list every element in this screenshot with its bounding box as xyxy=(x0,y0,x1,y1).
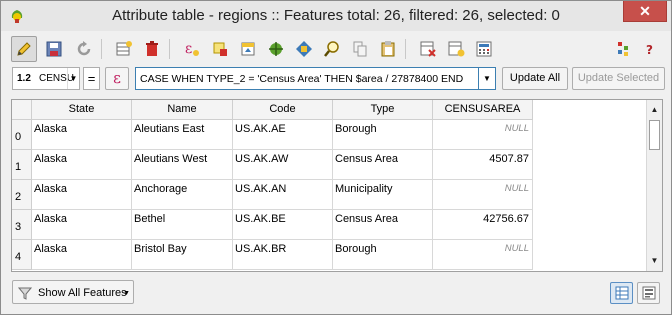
zoom-to-selected-icon[interactable] xyxy=(291,36,317,62)
table-cell[interactable]: Alaska xyxy=(32,150,132,180)
row-header[interactable]: 4 xyxy=(12,240,32,270)
table-cell[interactable]: US.AK.BE xyxy=(233,210,333,240)
scroll-up-icon[interactable]: ▲ xyxy=(647,102,662,118)
column-header-name[interactable]: Name xyxy=(132,100,233,120)
vertical-scrollbar[interactable]: ▲ ▼ xyxy=(646,100,662,271)
table-cell[interactable]: Aleutians West xyxy=(132,150,233,180)
table-cell[interactable]: US.AK.AN xyxy=(233,180,333,210)
toolbar-separator xyxy=(101,39,102,59)
toolbar-separator xyxy=(405,39,406,59)
table-cell[interactable]: Alaska xyxy=(32,210,132,240)
chevron-down-icon: ▼ xyxy=(67,68,79,89)
update-selected-button[interactable]: Update Selected xyxy=(572,67,665,90)
table-cell[interactable]: 42756.67 xyxy=(433,210,533,240)
column-header-type[interactable]: Type xyxy=(333,100,433,120)
select-by-expression-icon[interactable]: ε xyxy=(179,36,205,62)
column-header-censusarea[interactable]: CENSUSAREA xyxy=(433,100,533,120)
table-cell[interactable]: Borough xyxy=(333,120,433,150)
row-header[interactable]: 1 xyxy=(12,150,32,180)
scroll-down-icon[interactable]: ▼ xyxy=(647,253,662,269)
table-cell[interactable]: Borough xyxy=(333,240,433,270)
row-header[interactable]: 0 xyxy=(12,120,32,150)
table-cell[interactable]: NULL xyxy=(433,120,533,150)
title-bar: Attribute table - regions :: Features to… xyxy=(1,1,671,31)
table-view-button[interactable] xyxy=(610,282,633,304)
field-calculator-icon[interactable] xyxy=(471,36,497,62)
conditional-formatting-icon[interactable] xyxy=(611,36,637,62)
deselect-all-icon[interactable] xyxy=(207,36,233,62)
table-cell[interactable]: Bethel xyxy=(132,210,233,240)
attribute-table: State Name Code Type CENSUSAREA 0 Alaska… xyxy=(11,99,663,272)
save-edits-icon[interactable] xyxy=(41,36,67,62)
update-all-button[interactable]: Update All xyxy=(502,67,568,90)
svg-text:ε: ε xyxy=(185,41,192,57)
toolbar-separator xyxy=(169,39,170,59)
table-cell[interactable]: Alaska xyxy=(32,240,132,270)
pan-to-selected-icon[interactable] xyxy=(263,36,289,62)
attribute-table-window: Attribute table - regions :: Features to… xyxy=(0,0,672,315)
table-cell[interactable]: NULL xyxy=(433,240,533,270)
move-selection-to-top-icon[interactable] xyxy=(235,36,261,62)
paste-features-icon[interactable] xyxy=(375,36,401,62)
table-cell[interactable]: Alaska xyxy=(32,120,132,150)
help-icon[interactable]: ? xyxy=(637,36,663,62)
table-cell[interactable]: US.AK.AE xyxy=(233,120,333,150)
show-all-features-label: Show All Features xyxy=(38,287,127,299)
field-calculator-bar: 1.2 CENSU ▼ = ε CASE WHEN TYPE_2 = 'Cens… xyxy=(9,67,665,91)
table-cell[interactable]: Municipality xyxy=(333,180,433,210)
field-type-label: 1.2 xyxy=(17,73,31,84)
table-cell[interactable]: Alaska xyxy=(32,180,132,210)
column-header-code[interactable]: Code xyxy=(233,100,333,120)
table-cell[interactable]: Anchorage xyxy=(132,180,233,210)
show-all-features-button[interactable]: Show All Features ▼ xyxy=(12,280,134,304)
svg-text:?: ? xyxy=(646,43,653,57)
form-view-button[interactable] xyxy=(637,282,660,304)
table-cell[interactable]: NULL xyxy=(433,180,533,210)
delete-field-icon[interactable] xyxy=(415,36,441,62)
table-cell[interactable]: Aleutians East xyxy=(132,120,233,150)
table-cell[interactable]: US.AK.BR xyxy=(233,240,333,270)
delete-selected-icon[interactable] xyxy=(139,36,165,62)
table-view-icon xyxy=(615,286,628,300)
chevron-down-icon: ▼ xyxy=(123,290,130,297)
table-corner[interactable] xyxy=(12,100,32,120)
table-cell[interactable]: Census Area xyxy=(333,210,433,240)
equals-label: = xyxy=(83,67,100,90)
table-cell[interactable]: Bristol Bay xyxy=(132,240,233,270)
add-feature-icon[interactable] xyxy=(111,36,137,62)
expression-input[interactable]: CASE WHEN TYPE_2 = 'Census Area' THEN $a… xyxy=(135,67,479,90)
toggle-editing-icon[interactable] xyxy=(11,36,37,62)
filter-search-icon[interactable] xyxy=(319,36,345,62)
toolbar: ε ? xyxy=(9,35,665,63)
table-cell[interactable]: US.AK.AW xyxy=(233,150,333,180)
copy-rows-icon[interactable] xyxy=(347,36,373,62)
new-field-icon[interactable] xyxy=(443,36,469,62)
reload-icon[interactable] xyxy=(71,36,97,62)
field-select[interactable]: 1.2 CENSU ▼ xyxy=(12,67,80,90)
filter-icon xyxy=(17,286,33,303)
expression-history-dropdown[interactable]: ▼ xyxy=(479,67,496,90)
table-cell[interactable]: Census Area xyxy=(333,150,433,180)
column-header-state[interactable]: State xyxy=(32,100,132,120)
row-header[interactable]: 2 xyxy=(12,180,32,210)
table-cell[interactable]: 4507.87 xyxy=(433,150,533,180)
expression-builder-button[interactable]: ε xyxy=(105,67,129,90)
close-button[interactable]: ✕ xyxy=(623,1,667,22)
scrollbar-thumb[interactable] xyxy=(649,120,660,150)
window-title: Attribute table - regions :: Features to… xyxy=(112,7,560,24)
row-header[interactable]: 3 xyxy=(12,210,32,240)
form-view-icon xyxy=(642,286,655,300)
